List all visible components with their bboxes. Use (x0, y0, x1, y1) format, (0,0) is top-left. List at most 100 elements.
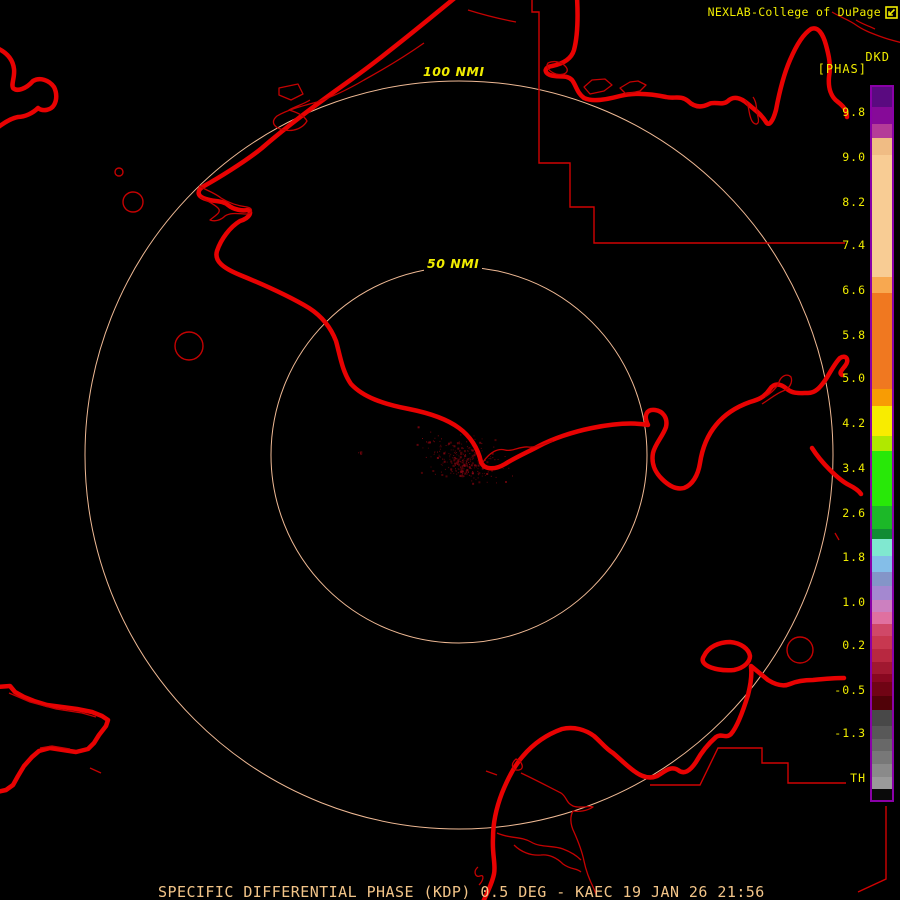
radar-echo-dot (440, 444, 442, 446)
radar-echo-dot (360, 452, 361, 454)
radar-echo-dot (504, 456, 506, 457)
radar-echo-dot (422, 438, 423, 439)
radar-echo-dot (469, 459, 471, 461)
colorbar-segment-24 (872, 682, 892, 696)
radar-echo-dot (434, 473, 436, 475)
boundary-southeast (650, 747, 846, 786)
radar-echo-dot (455, 468, 456, 470)
radar-echo-dot (457, 447, 460, 450)
radar-echo-dot (455, 458, 457, 460)
detail-top-inner (467, 9, 517, 23)
radar-echo-dot (454, 464, 456, 466)
detail-estuary3 (513, 844, 582, 873)
radar-echo-dot (464, 455, 467, 457)
radar-echo-dot (457, 472, 459, 474)
radar-echo-dot (452, 464, 455, 467)
radar-echo-dot (458, 464, 460, 466)
radar-echo-dot (451, 462, 453, 464)
radar-echo-dot (459, 458, 461, 460)
radar-echo-dot (461, 443, 463, 445)
radar-echo-dot (443, 458, 445, 460)
radar-echo-dot (469, 457, 471, 459)
radar-echo-dot (444, 451, 446, 453)
radar-echo-dot (458, 465, 460, 467)
radar-echo-dot (481, 438, 483, 440)
detail-dash (834, 532, 840, 541)
colorbar-segment-28 (872, 739, 892, 751)
colorbar-segment-6 (872, 293, 892, 389)
range-ring-inner-label: 50 NMI (424, 256, 483, 271)
radar-echo-dot (512, 475, 513, 477)
radar-echo-dot (459, 450, 461, 452)
radar-echo-dot (458, 441, 460, 443)
radar-echo-dot (461, 447, 464, 450)
radar-echo-dot (471, 480, 473, 482)
colorbar-segment-25 (872, 696, 892, 710)
radar-echo-dot (441, 464, 443, 466)
coast-bottomleft-blob (0, 683, 111, 794)
colorbar-segment-7 (872, 389, 892, 406)
radar-echo-dot (467, 450, 469, 452)
radar-echo-dot (449, 454, 451, 456)
colorbar-segment-0 (872, 87, 892, 107)
radar-echo-dot (455, 463, 456, 465)
colorbar-segment-8 (872, 406, 892, 436)
coast-main-diagonal (196, 0, 850, 491)
radar-echo-dot (473, 477, 475, 479)
colorbar-segment-11 (872, 506, 892, 529)
radar-echo-dot (448, 453, 450, 454)
radar-echo-dot (453, 455, 455, 456)
colorbar-segment-21 (872, 649, 892, 662)
radar-echo-dot (449, 456, 451, 458)
radar-echo-dot (477, 473, 479, 475)
radar-echo-dot (461, 467, 464, 469)
radar-echo-dot (443, 452, 446, 455)
radar-echo-dot (460, 434, 462, 436)
radar-echo-dot (493, 446, 495, 448)
radar-echo-dot (477, 470, 479, 472)
radar-echo-dot (453, 459, 456, 462)
radar-echo-dot (457, 464, 459, 465)
radar-echo-dot (469, 448, 471, 450)
boundary-right-edge (857, 806, 887, 893)
radar-echo-dot (462, 472, 464, 474)
radar-echo-dot (469, 463, 470, 465)
coast-left-blob (0, 47, 59, 129)
radar-echo-dot (496, 482, 497, 484)
radar-echo-dot (460, 474, 462, 476)
colorbar-segment-30 (872, 764, 892, 777)
radar-echo-dot (464, 457, 466, 459)
radar-echo-dot (434, 451, 436, 453)
colorbar-tick-9.0: 9.0 (842, 150, 866, 164)
radar-echo-dot (449, 458, 451, 460)
radar-echo-dot (457, 458, 459, 460)
radar-echo-dot (465, 460, 467, 462)
radar-echo-dot (441, 438, 442, 440)
radar-echo-dot (480, 447, 482, 449)
detail-island3 (583, 78, 613, 95)
radar-echo-dot (494, 439, 497, 442)
radar-echo-dot (477, 462, 479, 464)
radar-echo-dot (453, 452, 455, 454)
radar-echo-dot (439, 450, 441, 452)
brand-text: NEXLAB-College of DuPage (707, 5, 881, 19)
radar-echo-dot (484, 472, 486, 474)
radar-echo-dot (474, 464, 477, 467)
radar-echo-dot (469, 453, 471, 455)
radar-echo-dot (461, 461, 464, 464)
radar-echo-dot (461, 471, 463, 473)
radar-echo-dot (486, 481, 488, 483)
colorbar-tick-1.0: 1.0 (842, 595, 866, 609)
radar-echo-dot (442, 458, 444, 460)
radar-echo-dot (450, 472, 452, 474)
radar-echo-dot (472, 458, 474, 460)
radar-echo-dot (453, 445, 456, 448)
radar-echo-dot (466, 441, 468, 443)
radar-echo-dot (502, 468, 504, 469)
colorbar-segment-2 (872, 124, 892, 138)
radar-echo-dot (437, 451, 438, 453)
radar-echo-dot (476, 464, 477, 466)
radar-echo-dot (451, 471, 453, 473)
radar-echo-dot (439, 448, 441, 450)
colorbar-tick-6.6: 6.6 (842, 283, 866, 297)
